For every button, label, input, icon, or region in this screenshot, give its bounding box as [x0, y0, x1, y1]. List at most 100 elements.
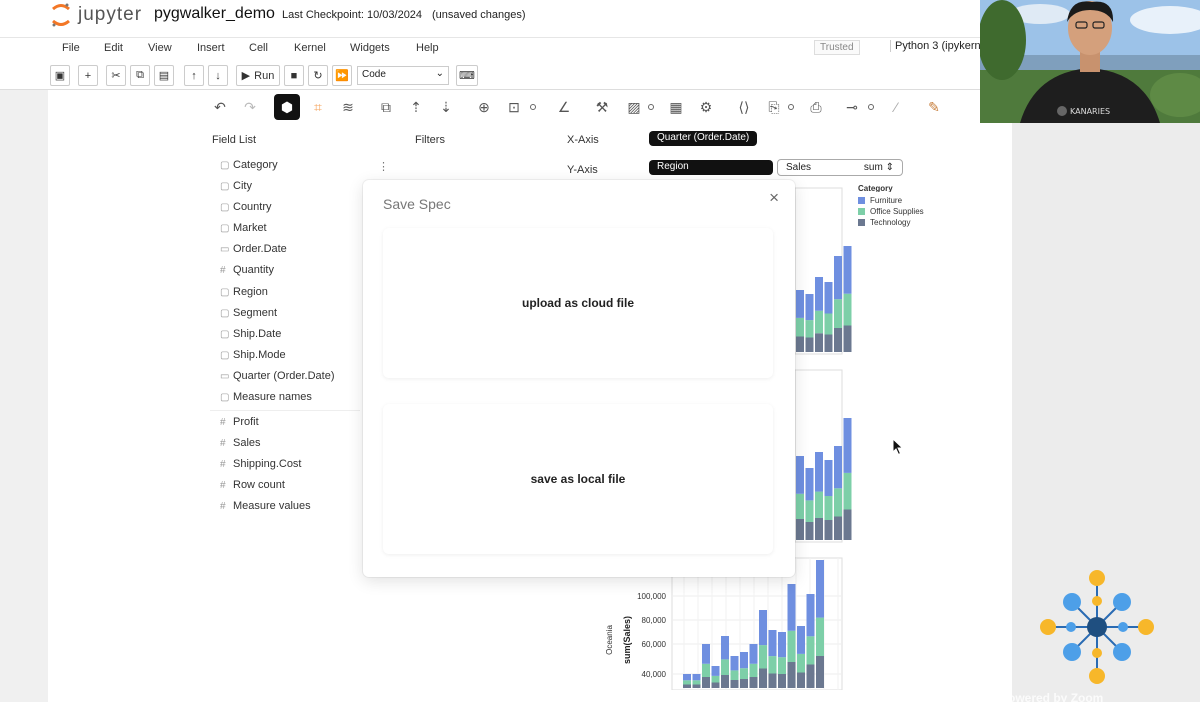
- move-up-button[interactable]: ↑: [184, 65, 204, 86]
- chart-bar: [702, 663, 710, 677]
- chart-bar: [768, 673, 777, 688]
- interrupt-button[interactable]: ■: [284, 65, 304, 86]
- field-item[interactable]: ▢ Ship.Date: [220, 328, 281, 340]
- chart-bar: [740, 652, 748, 669]
- unsaved-status: (unsaved changes): [432, 9, 526, 21]
- measure-item[interactable]: # Sales: [220, 437, 261, 449]
- field-item[interactable]: ▢ Category: [220, 159, 278, 171]
- resize-icon[interactable]: ⊡: [504, 97, 524, 117]
- gear-icon[interactable]: ⚙: [696, 97, 716, 117]
- cube-icon[interactable]: ⬢: [274, 94, 300, 120]
- menu-file[interactable]: File: [62, 42, 80, 54]
- chart-bar: [778, 632, 786, 658]
- chart-bar: [730, 670, 739, 680]
- chart-bar: [824, 496, 833, 520]
- copy-button[interactable]: ⧉: [130, 65, 150, 86]
- field-item[interactable]: ▢ Ship.Mode: [220, 349, 286, 361]
- command-palette-button[interactable]: ⌨: [456, 65, 478, 86]
- code-icon[interactable]: ⟨⟩: [734, 97, 754, 117]
- upload-cloud-button[interactable]: upload as cloud file: [383, 228, 773, 378]
- redo-icon[interactable]: ↷: [240, 97, 260, 117]
- export-file-icon[interactable]: ⎘: [764, 97, 784, 117]
- commit-icon[interactable]: ⊸: [842, 97, 862, 117]
- brush-icon[interactable]: ⁄: [886, 97, 906, 117]
- aggregation-select[interactable]: sum ⇕: [864, 162, 894, 173]
- menu-kernel[interactable]: Kernel: [294, 42, 326, 54]
- restart-button[interactable]: ↻: [308, 65, 328, 86]
- jupyter-notebook: jupyter pygwalker_demo Last Checkpoint: …: [0, 0, 1012, 702]
- zoom-icon[interactable]: ⊕: [474, 97, 494, 117]
- cell-type-select[interactable]: Code ⌄: [357, 66, 449, 85]
- number-field-icon: #: [220, 459, 226, 470]
- save-local-button[interactable]: save as local file: [383, 404, 773, 554]
- wrench-icon[interactable]: ⚒: [592, 97, 612, 117]
- legend-swatch: [858, 219, 865, 226]
- field-item[interactable]: ▢ Region: [220, 286, 268, 298]
- jupyter-logo[interactable]: jupyter: [50, 2, 142, 28]
- menu-insert[interactable]: Insert: [197, 42, 225, 54]
- chart-bar: [759, 645, 767, 669]
- measure-item[interactable]: # Shipping.Cost: [220, 458, 302, 470]
- transpose-icon[interactable]: ⧉: [376, 97, 396, 117]
- save-button[interactable]: ▣: [50, 65, 70, 86]
- mark-type-icon[interactable]: ⌗: [308, 97, 328, 117]
- chart-bar: [805, 320, 814, 338]
- chart-bar: [806, 636, 815, 665]
- save-file-icon[interactable]: ⎙: [806, 97, 826, 117]
- menu-cell[interactable]: Cell: [249, 42, 268, 54]
- chart-bar: [816, 617, 824, 656]
- paint-icon[interactable]: ✎: [924, 97, 944, 117]
- chart-bar: [796, 493, 804, 519]
- chart-bar: [702, 644, 710, 664]
- field-item[interactable]: ▢ City: [220, 180, 252, 192]
- move-down-button[interactable]: ↓: [208, 65, 228, 86]
- cell-type-value: Code: [362, 69, 386, 80]
- field-item[interactable]: ▢ Measure names: [220, 391, 312, 403]
- y-axis-measure-pill[interactable]: Sales sum ⇕: [777, 159, 903, 176]
- restart-icon: ↻: [313, 70, 323, 82]
- trusted-badge[interactable]: Trusted: [814, 40, 860, 55]
- kernel-name[interactable]: Python 3 (ipykernel): [890, 40, 982, 52]
- sort-desc-icon[interactable]: ⇣: [436, 97, 456, 117]
- more-options-icon[interactable]: ⋮: [378, 160, 389, 173]
- insert-cell-button[interactable]: +: [78, 65, 98, 86]
- y-axis-field-pill[interactable]: Region: [649, 160, 773, 175]
- field-item[interactable]: # Quantity: [220, 264, 274, 276]
- axis-icon[interactable]: ∠: [554, 97, 574, 117]
- field-item[interactable]: ▭ Quarter (Order.Date): [220, 370, 334, 382]
- notebook-name[interactable]: pygwalker_demo: [154, 5, 275, 23]
- field-item[interactable]: ▢ Segment: [220, 307, 277, 319]
- table-icon[interactable]: ▦: [666, 97, 686, 117]
- field-item[interactable]: ▭ Order.Date: [220, 243, 287, 255]
- layers-icon[interactable]: ≋: [338, 97, 358, 117]
- menu-view[interactable]: View: [148, 42, 172, 54]
- chart-bar: [787, 630, 796, 662]
- close-icon[interactable]: ×: [769, 188, 779, 208]
- menu-edit[interactable]: Edit: [104, 42, 123, 54]
- webcam-video: KANARIES: [980, 0, 1200, 123]
- measure-item[interactable]: # Profit: [220, 416, 259, 428]
- measure-item[interactable]: # Measure values: [220, 500, 311, 512]
- legend-swatch: [858, 208, 865, 215]
- y-tick-label: 60,000: [642, 640, 667, 649]
- field-item[interactable]: ▢ Market: [220, 222, 267, 234]
- menu-help[interactable]: Help: [416, 42, 439, 54]
- image-icon[interactable]: ▨: [624, 97, 644, 117]
- measure-item[interactable]: # Row count: [220, 479, 285, 491]
- run-button[interactable]: ▶ Run: [236, 65, 280, 86]
- undo-icon[interactable]: ↶: [210, 97, 230, 117]
- chart-bar: [796, 290, 804, 318]
- checkpoint-status: Last Checkpoint: 10/03/2024: [282, 9, 423, 21]
- chart-bar: [815, 452, 823, 492]
- chart-bar: [721, 675, 729, 688]
- sort-asc-icon[interactable]: ⇡: [406, 97, 426, 117]
- field-item[interactable]: ▢ Country: [220, 201, 272, 213]
- x-axis-field-pill[interactable]: Quarter (Order.Date): [649, 131, 758, 146]
- chart-bar: [730, 656, 739, 671]
- menu-widgets[interactable]: Widgets: [350, 42, 390, 54]
- cut-button[interactable]: ✂: [106, 65, 126, 86]
- restart-run-all-button[interactable]: ⏩: [332, 65, 352, 86]
- paste-button[interactable]: ▤: [154, 65, 174, 86]
- chart-bar: [815, 491, 823, 518]
- dropdown-dot-icon: [648, 104, 654, 110]
